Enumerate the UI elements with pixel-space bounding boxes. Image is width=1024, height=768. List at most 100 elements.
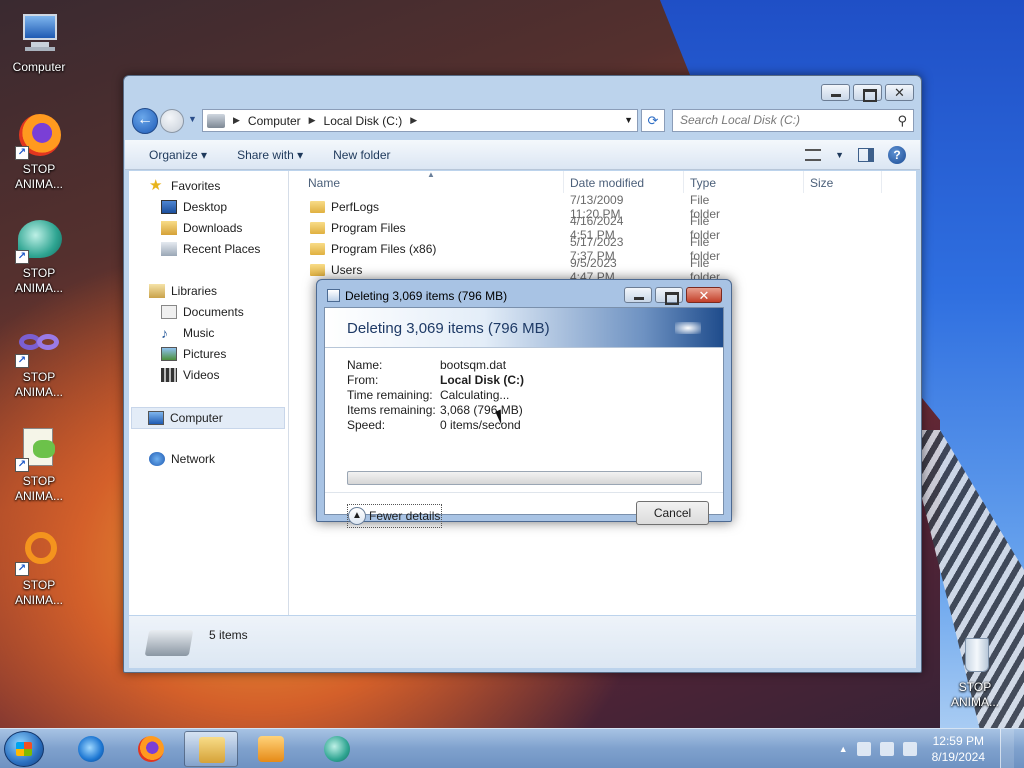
help-icon[interactable]: ? — [888, 146, 906, 164]
dialog-footer-divider — [325, 492, 723, 493]
desktop-icon-recycle-bin[interactable]: STOP ANIMA... — [936, 632, 1014, 710]
desktop-icon-label: STOP ANIMA... — [950, 680, 999, 709]
orange-ring-icon: ↗ — [15, 528, 63, 576]
forward-button[interactable] — [160, 109, 184, 133]
minimize-button[interactable] — [821, 84, 850, 101]
libraries-icon — [149, 284, 165, 298]
teal-app-icon — [324, 736, 350, 762]
breadcrumb-separator-icon[interactable]: ▶ — [309, 115, 316, 126]
preview-pane-icon[interactable] — [858, 148, 874, 162]
desktop-icon-visual-studio[interactable]: ↗ STOP ANIMA... — [0, 320, 78, 400]
column-header-name[interactable]: Name ▲ — [292, 170, 564, 193]
clock[interactable]: 12:59 PM 8/19/2024 — [926, 733, 991, 765]
folder-icon — [199, 737, 225, 763]
nav-pictures[interactable]: Pictures — [161, 345, 226, 363]
banner-glow-icon — [675, 322, 701, 334]
close-button[interactable]: ✕ — [885, 84, 914, 101]
media-player-icon — [258, 736, 284, 762]
share-with-button[interactable]: Share with ▾ — [237, 148, 303, 162]
refresh-button[interactable]: ⟳ — [641, 109, 665, 132]
nav-computer[interactable]: Computer — [131, 407, 285, 429]
view-dropdown-icon[interactable]: ▼ — [835, 150, 844, 160]
nav-videos[interactable]: Videos — [161, 366, 219, 384]
breadcrumb-separator-icon[interactable]: ▶ — [233, 115, 240, 126]
clock-date: 8/19/2024 — [931, 750, 985, 764]
column-header-type[interactable]: Type — [684, 171, 804, 193]
show-desktop-button[interactable] — [1000, 729, 1014, 768]
volume-muted-icon[interactable] — [902, 742, 917, 756]
table-row[interactable]: Program Files (x86) 5/17/2023 7:37 PM Fi… — [310, 235, 720, 263]
desktop-icon-label: STOP ANIMA... — [14, 162, 63, 191]
dialog-banner: Deleting 3,069 items (796 MB) — [325, 308, 723, 348]
back-button[interactable]: ← — [132, 108, 158, 134]
view-options-icon[interactable] — [805, 149, 822, 161]
maximize-button[interactable] — [853, 84, 882, 102]
dialog-app-icon — [327, 289, 340, 302]
chevron-up-icon: ▲ — [348, 507, 366, 525]
address-bar[interactable]: ▶ Computer ▶ Local Disk (C:) ▶ ▼ — [202, 109, 638, 132]
column-header-size[interactable]: Size — [804, 171, 882, 193]
history-dropdown-icon[interactable]: ▼ — [188, 114, 197, 124]
show-hidden-icons-button[interactable]: ▲ — [839, 744, 848, 754]
dialog-heading: Deleting 3,069 items (796 MB) — [347, 320, 550, 337]
taskbar-windows-explorer[interactable] — [184, 731, 238, 767]
taskbar-firefox[interactable] — [124, 731, 178, 767]
fewer-details-button[interactable]: ▲ Fewer details — [347, 504, 443, 528]
start-button[interactable] — [4, 731, 44, 767]
breadcrumb-separator-icon[interactable]: ▶ — [410, 115, 417, 126]
search-input[interactable]: Search Local Disk (C:) ⚲ — [672, 109, 914, 132]
infinity-icon: ↗ — [15, 320, 63, 368]
table-row[interactable]: Users 9/5/2023 4:47 PM File folder — [310, 256, 720, 284]
nav-recent-places[interactable]: Recent Places — [161, 240, 260, 258]
address-dropdown-icon[interactable]: ▼ — [624, 115, 633, 125]
dialog-close-button[interactable]: ✕ — [686, 287, 722, 303]
system-tray: ▲ 12:59 PM 8/19/2024 — [839, 729, 1024, 768]
column-header-date[interactable]: Date modified — [564, 171, 684, 193]
nav-downloads[interactable]: Downloads — [161, 219, 242, 237]
table-row[interactable]: PerfLogs 7/13/2009 11:20 PM File folder — [310, 193, 720, 221]
search-icon[interactable]: ⚲ — [897, 110, 907, 131]
table-row[interactable]: Program Files 4/16/2024 4:51 PM File fol… — [310, 214, 720, 242]
desktop-icon-computer[interactable]: Computer — [0, 10, 78, 75]
nav-desktop[interactable]: Desktop — [161, 198, 227, 216]
action-center-flag-icon[interactable] — [856, 742, 871, 756]
nav-music[interactable]: ♪ Music — [161, 324, 214, 342]
teal-app-icon: ↗ — [15, 216, 63, 264]
command-bar: Organize ▾ Share with ▾ New folder ▼ ? — [125, 140, 920, 170]
desktop-icon-label: STOP ANIMA... — [14, 578, 63, 607]
recycle-bin-icon — [951, 632, 999, 678]
progress-bar — [347, 471, 702, 485]
shortcut-arrow-icon: ↗ — [15, 458, 29, 472]
desktop-icon-firefox[interactable]: ↗ STOP ANIMA... — [0, 112, 78, 192]
desktop-icon-notepad[interactable]: ↗ STOP ANIMA... — [0, 424, 78, 504]
nav-libraries[interactable]: Libraries — [149, 282, 217, 300]
pictures-icon — [161, 347, 177, 361]
breadcrumb-local-disk[interactable]: Local Disk (C:) — [324, 114, 403, 128]
folder-icon — [310, 243, 325, 255]
nav-favorites[interactable]: ★ Favorites — [149, 177, 220, 195]
nav-network[interactable]: Network — [149, 450, 215, 468]
dialog-maximize-button[interactable] — [655, 287, 683, 305]
desktop-icon-app-teal[interactable]: ↗ STOP ANIMA... — [0, 216, 78, 296]
drive-icon — [144, 630, 194, 656]
drive-icon — [207, 113, 225, 128]
shortcut-arrow-icon: ↗ — [15, 146, 29, 160]
taskbar-media-player[interactable] — [244, 731, 298, 767]
taskbar-teal-app[interactable] — [310, 731, 364, 767]
new-folder-button[interactable]: New folder — [333, 148, 390, 162]
desktop-icon-label: STOP ANIMA... — [14, 370, 63, 399]
desktop-icon-label: STOP ANIMA... — [14, 266, 63, 295]
desktop-icon — [161, 200, 177, 214]
shortcut-arrow-icon: ↗ — [15, 354, 29, 368]
dialog-minimize-button[interactable] — [624, 287, 652, 303]
cancel-button[interactable]: Cancel — [636, 501, 709, 525]
breadcrumb-computer[interactable]: Computer — [248, 114, 301, 128]
nav-documents[interactable]: Documents — [161, 303, 244, 321]
taskbar-internet-explorer[interactable] — [64, 731, 118, 767]
network-status-icon[interactable] — [879, 742, 894, 756]
shortcut-arrow-icon: ↗ — [15, 562, 29, 576]
dialog-window-controls: ✕ — [624, 287, 722, 305]
organize-button[interactable]: Organize ▾ — [149, 148, 207, 162]
desktop-icon-ring[interactable]: ↗ STOP ANIMA... — [0, 528, 78, 608]
desktop-icon-label: STOP ANIMA... — [14, 474, 63, 503]
